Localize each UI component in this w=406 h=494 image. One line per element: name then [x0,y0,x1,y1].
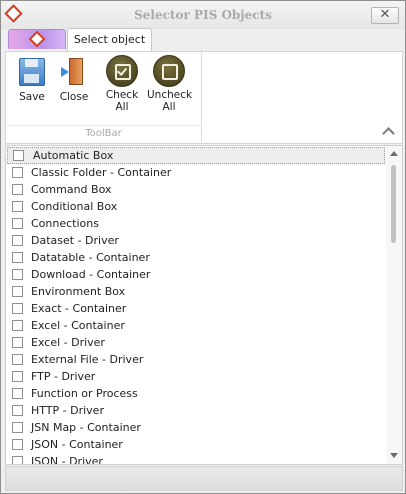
list-item-label: Function or Process [31,387,138,400]
list-item[interactable]: HTTP - Driver [6,402,386,419]
close-door-icon [61,58,85,86]
selector-window: Selector PIS Objects ✕ Select object Sav… [0,0,406,494]
save-button-label: Save [19,91,45,103]
object-list: Automatic Box Classic Folder - Container C… [5,145,403,465]
app-logo-icon [28,30,46,48]
uncheck-all-label-line1: Uncheck [147,89,193,101]
close-button[interactable]: Close [56,55,92,103]
tab-select-object[interactable]: Select object [67,28,152,51]
collapse-ribbon-icon[interactable] [382,127,395,140]
list-item-label: Classic Folder - Container [31,166,172,179]
list-item[interactable]: Command Box [6,181,386,198]
list-item-label: Automatic Box [33,149,114,162]
uncheck-all-label-line2: All [162,101,176,113]
list-item-label: Conditional Box [31,200,118,213]
list-item[interactable]: JSON - Container [6,436,386,453]
list-item[interactable]: Datatable - Container [6,249,386,266]
checkbox[interactable] [12,456,23,464]
list-item-label: External File - Driver [31,353,144,366]
check-all-icon [106,55,138,87]
list-item[interactable]: Function or Process [6,385,386,402]
check-all-label-line1: Check [105,89,139,101]
save-button[interactable]: Save [14,55,50,103]
window-close-button[interactable]: ✕ [371,7,399,24]
list-item-label: JSON - Driver [31,455,103,465]
list-item[interactable]: FTP - Driver [6,368,386,385]
close-button-label: Close [59,91,89,103]
list-item[interactable]: External File - Driver [6,351,386,368]
list-item-label: HTTP - Driver [31,404,104,417]
window-title: Selector PIS Objects [134,8,272,22]
toolbar-group-label: ToolBar [6,125,201,142]
checkbox[interactable] [12,201,23,212]
list-item[interactable]: Automatic Box [7,147,385,164]
list-item-label: Connections [31,217,99,230]
checkbox[interactable] [12,167,23,178]
scroll-down-icon[interactable] [390,453,398,458]
scroll-thumb[interactable] [391,165,396,243]
list-item-label: FTP - Driver [31,370,96,383]
checkbox[interactable] [12,235,23,246]
list-item-label: Excel - Driver [31,336,105,349]
list-item[interactable]: JSON - Driver [6,453,386,465]
checkbox[interactable] [12,422,23,433]
uncheck-all-button[interactable]: Uncheck All [147,55,193,113]
checkbox[interactable] [12,439,23,450]
list-item-label: Command Box [31,183,112,196]
checkbox[interactable] [12,252,23,263]
list-item-label: Exact - Container [31,302,127,315]
list-item-label: Datatable - Container [31,251,150,264]
checkbox[interactable] [12,184,23,195]
checkbox[interactable] [12,303,23,314]
checkbox[interactable] [12,388,23,399]
toolbar-group: Save Close Check All Uncheck All ToolBar [6,52,202,142]
list-item[interactable]: Dataset - Driver [6,232,386,249]
list-item[interactable]: Excel - Driver [6,334,386,351]
application-menu-tab[interactable] [8,29,66,49]
list-item-label: Excel - Container [31,319,125,332]
ribbon: Save Close Check All Uncheck All ToolBar [5,51,403,144]
checkbox[interactable] [12,286,23,297]
list-item[interactable]: JSN Map - Container [6,419,386,436]
checkbox[interactable] [12,371,23,382]
status-bar [5,466,403,491]
tab-strip: Select object [1,28,405,51]
checkbox[interactable] [12,218,23,229]
vertical-scrollbar[interactable] [386,146,402,464]
list-item-label: JSON - Container [31,438,123,451]
list-item[interactable]: Connections [6,215,386,232]
save-icon [19,58,45,86]
checkbox[interactable] [12,354,23,365]
checkbox[interactable] [13,150,24,161]
list-item[interactable]: Conditional Box [6,198,386,215]
uncheck-all-icon [153,55,185,87]
checkbox[interactable] [12,269,23,280]
check-all-label-line2: All [115,101,129,113]
list-item[interactable]: Download - Container [6,266,386,283]
checkbox[interactable] [12,405,23,416]
checkbox[interactable] [12,320,23,331]
title-bar: Selector PIS Objects ✕ [1,1,405,29]
check-all-button[interactable]: Check All [102,55,142,113]
list-item[interactable]: Exact - Container [6,300,386,317]
checkbox[interactable] [12,337,23,348]
list-item-label: Dataset - Driver [31,234,119,247]
object-list-items: Automatic Box Classic Folder - Container C… [6,147,386,465]
scroll-up-icon[interactable] [390,151,398,156]
list-item[interactable]: Excel - Container [6,317,386,334]
list-item-label: JSN Map - Container [31,421,141,434]
list-item[interactable]: Classic Folder - Container [6,164,386,181]
list-item[interactable]: Environment Box [6,283,386,300]
list-item-label: Download - Container [31,268,151,281]
list-item-label: Environment Box [31,285,126,298]
